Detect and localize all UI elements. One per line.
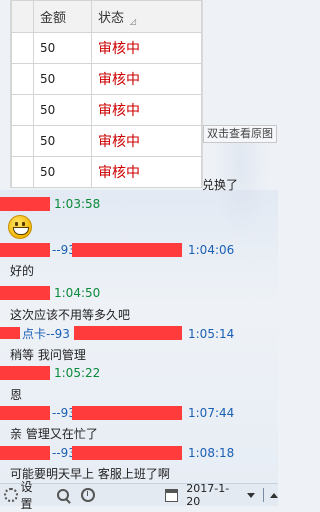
chat-image-table[interactable]: 金额 状态 ◿ 50 审核中 50 审核中 50 审核中 50 审核中 50 审核中 [10, 0, 203, 188]
table-header-status-label: 状态 [98, 11, 125, 26]
redacted-name [0, 366, 50, 380]
amount-cell: 50 [33, 63, 92, 95]
redacted-name [72, 446, 182, 460]
status-cell: 审核中 [91, 125, 202, 157]
message-text: 好的 [10, 264, 35, 278]
redacted-name [74, 326, 182, 340]
chevron-down-icon[interactable] [247, 492, 256, 498]
table-header-status: 状态 ◿ [91, 0, 202, 33]
sort-icon: ◿ [130, 17, 137, 26]
message-header: 1:03:58 [54, 196, 100, 212]
amount-cell: 50 [33, 32, 92, 64]
table-row: 50 审核中 [11, 156, 202, 188]
redacted-name [0, 286, 50, 300]
status-cell: 审核中 [91, 63, 202, 95]
message-text: 这次应该不用等多久吧 [10, 308, 131, 322]
redacted-name [72, 406, 182, 420]
clock-icon[interactable] [81, 488, 95, 502]
message-text: 兑换了 [202, 178, 239, 192]
table-header-amount: 金额 [33, 0, 92, 33]
amount-cell: 50 [33, 156, 92, 188]
message-time: 1:03:58 [54, 197, 101, 211]
message-header: 点卡--93 [22, 326, 70, 342]
message-text: 亲 管理又在忙了 [10, 427, 98, 441]
message-header: 1:05:22 [54, 365, 100, 381]
message-time: 1:05:22 [54, 366, 101, 380]
settings-button[interactable]: 设置 [4, 478, 43, 512]
message-text: 稍等 我问管理 [10, 348, 86, 362]
table-row: 50 审核中 [11, 94, 202, 126]
calendar-icon[interactable] [164, 488, 179, 502]
redacted-name [0, 243, 50, 257]
bottom-toolbar: 设置 2017-1-20 [0, 480, 278, 511]
message-time: 1:07:44 [188, 406, 235, 420]
message-time: 1:04:06 [188, 243, 235, 257]
grin-emoji-icon [8, 215, 32, 239]
redacted-name [0, 197, 50, 211]
history-date[interactable]: 2017-1-20 [186, 482, 241, 508]
status-cell: 审核中 [91, 94, 202, 126]
table-row: 50 审核中 [11, 63, 202, 95]
gear-icon [4, 488, 18, 502]
message-header: 1:07:44 [188, 405, 234, 421]
sender-name[interactable]: 点卡--93 [22, 327, 70, 341]
amount-cell: 50 [33, 125, 92, 157]
table-row: 50 审核中 [11, 32, 202, 64]
divider [263, 488, 264, 502]
table-header-index [11, 0, 34, 33]
message-header: 1:08:18 [188, 445, 234, 461]
settings-label: 设置 [20, 480, 33, 511]
message-header: 1:05:14 [188, 326, 234, 342]
message-header: 1:04:06 [188, 242, 234, 258]
redacted-name [0, 406, 50, 420]
redacted-name [72, 243, 182, 257]
message-header: 1:04:50 [54, 285, 100, 301]
message-time: 1:08:18 [188, 446, 235, 460]
view-original-image-tooltip: 双击查看原图 [203, 125, 277, 143]
search-icon[interactable] [57, 489, 70, 501]
amount-cell: 50 [33, 94, 92, 126]
status-table: 金额 状态 ◿ 50 审核中 50 审核中 50 审核中 50 审核中 50 审核中 [11, 0, 202, 188]
status-cell: 审核中 [91, 156, 202, 188]
redacted-name [0, 327, 20, 339]
chevron-up-icon[interactable] [270, 492, 278, 498]
status-cell: 审核中 [91, 32, 202, 64]
table-row: 50 审核中 [11, 125, 202, 157]
redacted-name [0, 446, 50, 460]
message-time: 1:05:14 [188, 327, 235, 341]
message-time: 1:04:50 [54, 286, 101, 300]
message-text: 恩 [10, 388, 23, 402]
